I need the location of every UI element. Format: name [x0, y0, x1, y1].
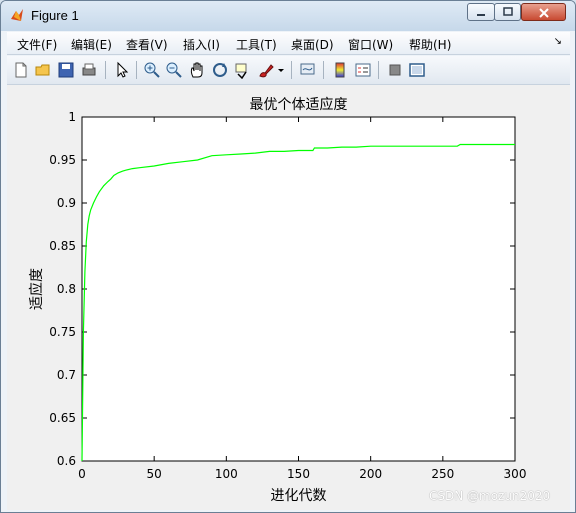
- menu-insert[interactable]: 插入(I): [183, 36, 220, 53]
- hide-plot-tools-icon[interactable]: [386, 61, 404, 79]
- chart-title: 最优个体适应度: [250, 96, 348, 113]
- menu-overflow-icon[interactable]: ↘: [554, 36, 562, 47]
- y-tick-label: 0.75: [49, 325, 76, 339]
- open-icon[interactable]: [34, 61, 52, 79]
- colorbar-icon[interactable]: [331, 61, 349, 79]
- x-axis-label: 进化代数: [271, 488, 327, 504]
- x-tick-label: 0: [78, 467, 86, 481]
- y-tick-label: 0.85: [49, 239, 76, 253]
- x-tick-label: 100: [215, 467, 238, 481]
- new-icon[interactable]: [12, 61, 30, 79]
- maximize-button[interactable]: [494, 3, 521, 21]
- menu-edit[interactable]: 编辑(E): [71, 36, 112, 53]
- matlab-icon: [11, 9, 23, 21]
- y-tick-label: 0.6: [57, 454, 76, 468]
- save-icon[interactable]: [57, 61, 75, 79]
- x-tick-label: 250: [431, 467, 454, 481]
- y-tick-label: 0.95: [49, 153, 76, 167]
- menu-desktop[interactable]: 桌面(D): [291, 36, 334, 53]
- pan-icon[interactable]: [188, 61, 206, 79]
- pointer-icon[interactable]: [113, 61, 131, 79]
- window-title: Figure 1: [31, 8, 79, 23]
- close-button[interactable]: [521, 3, 566, 21]
- chevron-down-icon[interactable]: [277, 61, 285, 79]
- close-icon: [538, 8, 549, 18]
- axes-box: [81, 116, 516, 462]
- toolbar-separator: [105, 61, 106, 79]
- link-icon[interactable]: [299, 61, 317, 79]
- maximize-icon: [502, 7, 513, 16]
- toolbar: [7, 56, 570, 85]
- toolbar-separator: [291, 61, 292, 79]
- minimize-icon: [477, 14, 485, 16]
- rotate-icon[interactable]: [211, 61, 229, 79]
- title-bar[interactable]: Figure 1: [1, 1, 575, 31]
- menu-file[interactable]: 文件(F): [17, 36, 57, 53]
- menu-help[interactable]: 帮助(H): [409, 36, 451, 53]
- zoom-out-icon[interactable]: [165, 61, 183, 79]
- figure-window: Figure 1 文件(F) 编辑(E) 查看(V) 插入(I) 工具(T) 桌…: [0, 0, 576, 513]
- watermark-text: CSDN @mozun2020: [429, 489, 551, 503]
- menu-bar: 文件(F) 编辑(E) 查看(V) 插入(I) 工具(T) 桌面(D) 窗口(W…: [7, 32, 570, 55]
- brush-icon[interactable]: [257, 61, 275, 79]
- y-axis-label: 适应度: [28, 268, 45, 310]
- data-cursor-icon[interactable]: [233, 61, 251, 79]
- y-tick-label: 0.65: [49, 411, 76, 425]
- zoom-in-icon[interactable]: [143, 61, 161, 79]
- figure-canvas: 0 50 100 150 200 250 300 0.6 0.65 0.7 0.75 0.8 0.85 0…: [7, 85, 570, 510]
- toolbar-separator: [323, 61, 324, 79]
- x-tick-label: 300: [504, 467, 527, 481]
- x-tick-label: 150: [287, 467, 310, 481]
- toolbar-separator: [378, 61, 379, 79]
- y-tick-label: 0.9: [57, 196, 76, 210]
- show-plot-tools-icon[interactable]: [408, 61, 426, 79]
- y-tick-label: 0.7: [57, 368, 76, 382]
- chart: 0 50 100 150 200 250 300 0.6 0.65 0.7 0.75 0.8 0.85 0…: [28, 96, 527, 504]
- y-tick-label: 0.8: [57, 282, 76, 296]
- print-icon[interactable]: [80, 61, 98, 79]
- legend-icon[interactable]: [354, 61, 372, 79]
- x-tick-label: 50: [147, 467, 162, 481]
- toolbar-separator: [136, 61, 137, 79]
- y-tick-label: 1: [68, 110, 76, 124]
- minimize-button[interactable]: [467, 3, 495, 21]
- menu-tools[interactable]: 工具(T): [236, 36, 277, 53]
- menu-window[interactable]: 窗口(W): [348, 36, 393, 53]
- x-tick-label: 200: [359, 467, 382, 481]
- menu-view[interactable]: 查看(V): [126, 36, 168, 53]
